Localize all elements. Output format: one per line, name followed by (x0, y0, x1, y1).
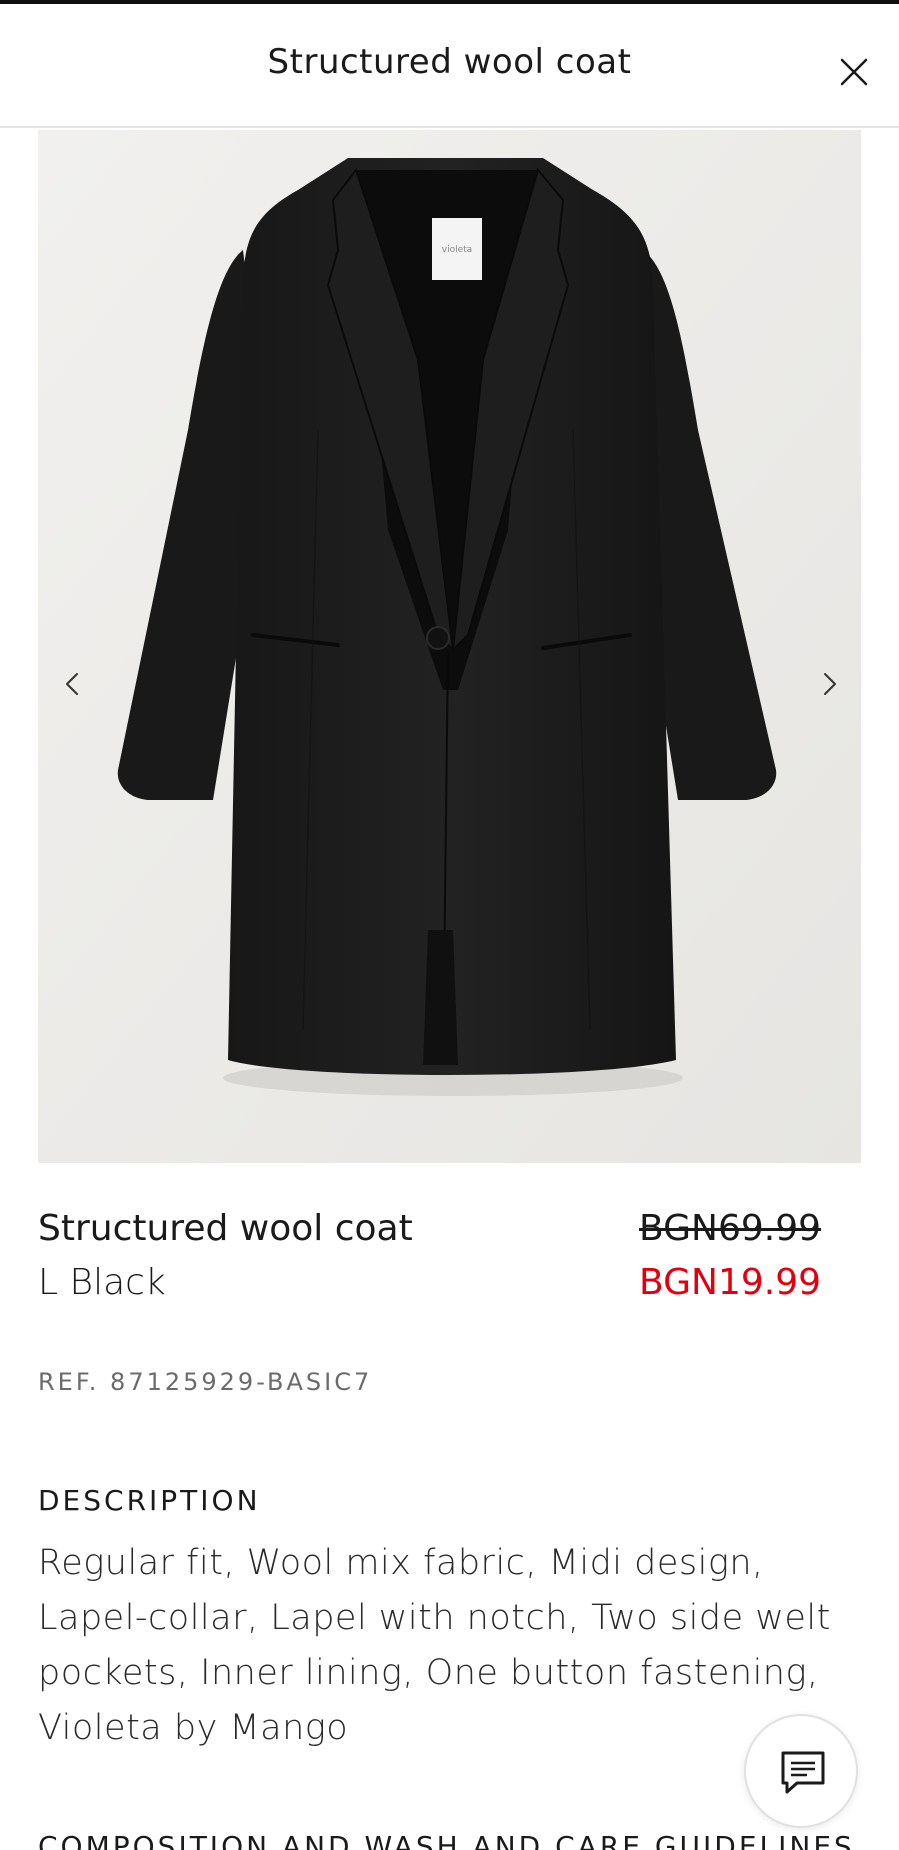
close-button[interactable] (830, 48, 878, 96)
composition-heading[interactable]: COMPOSITION AND WASH AND CARE GUIDELINES (38, 1830, 855, 1850)
next-image-button[interactable] (808, 662, 852, 706)
sale-price: BGN19.99 (639, 1262, 821, 1303)
original-price: BGN69.99 (639, 1208, 821, 1249)
product-image-gallery[interactable]: violeta (38, 130, 861, 1163)
chat-button[interactable] (744, 1714, 858, 1828)
modal-header: Structured wool coat (0, 4, 899, 128)
previous-image-button[interactable] (50, 662, 94, 706)
description-text: Regular fit, Wool mix fabric, Midi desig… (38, 1543, 831, 1748)
close-icon (840, 58, 868, 86)
page-title: Structured wool coat (267, 42, 632, 82)
chevron-left-icon (66, 673, 78, 695)
product-image: violeta (38, 130, 861, 1163)
brand-label: violeta (442, 245, 472, 255)
chevron-right-icon (824, 673, 836, 695)
product-name: Structured wool coat (38, 1208, 413, 1249)
description-heading: DESCRIPTION (38, 1484, 261, 1517)
chat-icon (781, 1751, 825, 1794)
product-reference: REF. 87125929-BASIC7 (38, 1368, 373, 1396)
product-variant: L Black (38, 1262, 166, 1303)
